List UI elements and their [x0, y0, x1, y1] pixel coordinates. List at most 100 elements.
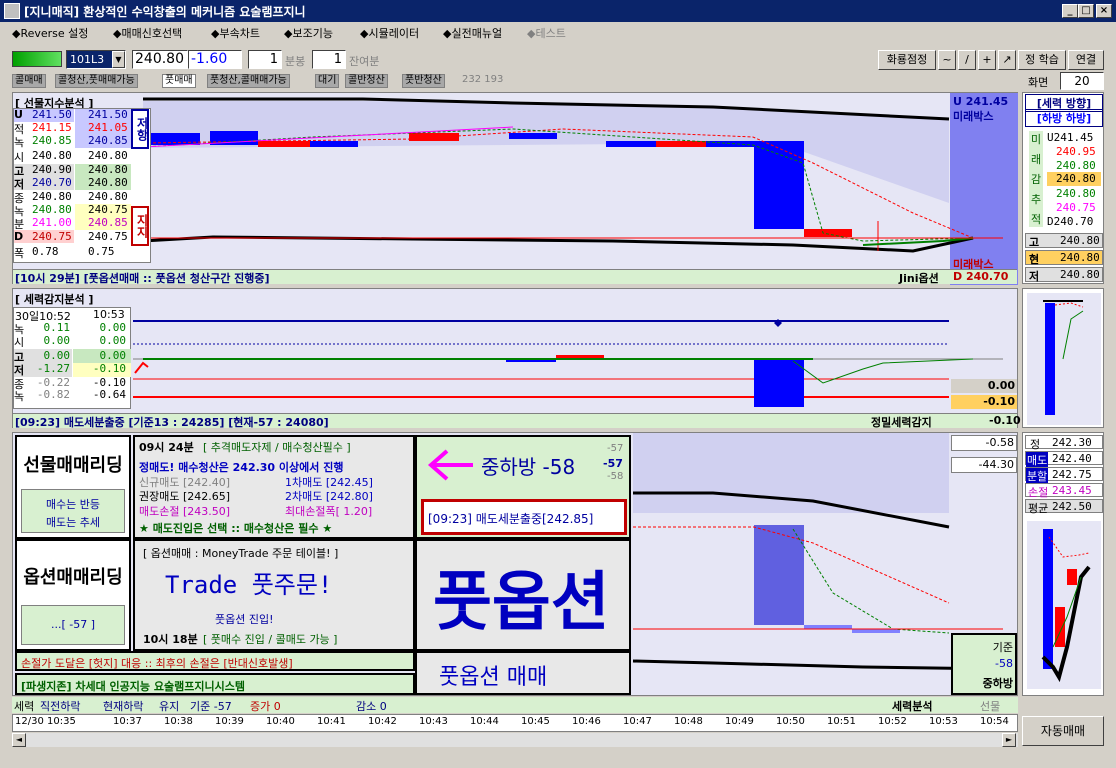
force-detect-panel: [ 세력감지분석 ] 30일10:52 10:53 0.00 -0.10 [09… [12, 288, 1021, 429]
futures-row-key: D [14, 230, 24, 243]
arrow-button[interactable]: ↗ [998, 50, 1016, 70]
rb-value: 242.30 [1052, 436, 1092, 449]
force-v1: 0.00 [951, 379, 1017, 393]
slash-button[interactable]: / [958, 50, 976, 70]
rate-button[interactable]: 화룡점정 [878, 50, 936, 70]
go-label: 고 [1029, 236, 1040, 249]
auto-trade-button[interactable]: 자동매매 [1022, 716, 1104, 746]
d-label: D 240.70 [953, 270, 1009, 283]
signal-max-stop: 최대손절폭[ 1.20] [285, 505, 373, 518]
base-value: -58 [995, 657, 1013, 670]
tab-put-half[interactable]: 풋반청산 [402, 74, 445, 88]
bs-i: 선물 [980, 700, 1001, 713]
tab-call-half[interactable]: 콜반청산 [345, 74, 388, 88]
signal-time: 09시 24분 [139, 441, 194, 454]
rb-label: 손절 [1028, 486, 1049, 499]
time-tick: 10:39 [215, 716, 244, 727]
futures-row-b: 240.85 [88, 216, 128, 229]
option-table-head: [ 옵션매매 : MoneyTrade 주문 테이블! ] [143, 547, 339, 560]
close-button[interactable]: × [1096, 4, 1112, 18]
tab-call-trade[interactable]: 콜매매 [12, 74, 46, 88]
base-label: 기준 [992, 641, 1013, 654]
scroll-right-icon[interactable]: ► [1002, 733, 1016, 747]
rb-mini-bar [1055, 607, 1065, 647]
window-title: [지니매직] 환상적인 수익창출의 메커니즘 요술램프지니 [24, 5, 306, 19]
scroll-left-icon[interactable]: ◄ [12, 733, 26, 747]
candle [258, 141, 310, 147]
rb-mini-chart [1027, 521, 1101, 689]
menu-subchart[interactable]: ◆부속차트 [211, 25, 260, 41]
vertical-label: 래 [1031, 153, 1042, 166]
futures-row-b: 240.80 [88, 163, 128, 176]
trade-put-order[interactable]: Trade 풋주문! [165, 565, 332, 600]
mirae-box-top: 미래박스 [953, 110, 994, 123]
candle [509, 133, 557, 139]
futures-row-b: 240.75 [88, 230, 128, 243]
minimize-button[interactable]: _ [1062, 4, 1078, 18]
futures-row-a: 0.78 [32, 245, 59, 258]
signal-main: 정매도! 매수청산은 242.30 이상에서 진행 [139, 461, 344, 474]
bottom-panel: 선물매매리딩 매수는 반등 매도는 추세 옵션매매리딩 ...[ -57 ] 0… [12, 432, 1018, 696]
connect-button[interactable]: 연결 [1068, 50, 1104, 70]
learn-button[interactable]: 정 학습 [1018, 50, 1066, 70]
rb-label: 분할 [1026, 468, 1049, 484]
force-detect-title: [ 세력감지분석 ] [15, 293, 94, 306]
menu-aux[interactable]: ◆보조기능 [284, 25, 333, 41]
time-tick: 10:52 [878, 716, 907, 727]
futures-row-a: 240.75 [32, 230, 72, 243]
unit2-input[interactable]: 1 [312, 50, 346, 69]
jini-label: Jini옵션 [899, 272, 939, 285]
menu-simulator[interactable]: ◆시뮬레이터 [360, 25, 419, 41]
base-dir: 중하방 [982, 677, 1013, 690]
option-leading-box: 옵션매매리딩 ...[ -57 ] [15, 539, 131, 651]
force-row-key: 시 [14, 336, 25, 349]
chevron-down-icon[interactable]: ▼ [112, 51, 125, 68]
bs-e: 기준 -57 [190, 700, 232, 713]
plus-button[interactable]: + [978, 50, 996, 70]
rb-avg-row: 평균 242.50 [1025, 499, 1103, 515]
menu-manual[interactable]: ◆실전매뉴얼 [443, 25, 502, 41]
time-tick: 10:43 [419, 716, 448, 727]
vertical-label: 감 [1031, 173, 1042, 186]
screen-input[interactable]: 20 [1060, 72, 1104, 90]
force-val: 240.80 [1056, 187, 1096, 200]
tab-put-trade[interactable]: 풋매매 [162, 74, 196, 88]
tab-wait[interactable]: 대기 [315, 74, 340, 88]
rb-value: 242.75 [1052, 468, 1092, 481]
futures-row-b: 240.85 [88, 134, 128, 147]
rb-mini-bar [1067, 569, 1077, 585]
rb-label: 정 [1030, 438, 1041, 451]
rb-split-row: 분할 242.75 [1025, 467, 1103, 484]
upper-band [143, 101, 949, 203]
menu-test[interactable]: ◆테스트 [527, 25, 566, 41]
app-icon[interactable] [4, 3, 20, 19]
force-chart [133, 319, 1003, 407]
force-v2: -0.10 [951, 395, 1017, 409]
time-tick: 10:38 [164, 716, 193, 727]
candle [656, 141, 706, 147]
time-tick: 10:44 [470, 716, 499, 727]
unit2-label: 잔여분 [349, 55, 380, 68]
force-status-bar: [09:23] 매도세분출중 [기준13 : 24285] [현재-57 : 2… [13, 413, 1021, 429]
option-leading-title: 옵션매매리딩 [23, 567, 123, 588]
unit1-input[interactable]: 1 [248, 50, 282, 69]
loss-text: 손절가 도달은 [헛지] 대응 :: 최후의 손절은 [반대신호발생] [21, 657, 293, 670]
loss-warning: 손절가 도달은 [헛지] 대응 :: 최후의 손절은 [반대신호발생] [15, 651, 415, 671]
candle [310, 141, 358, 147]
tab-put-close[interactable]: 풋청산,콜매매가능 [207, 74, 290, 88]
horizontal-scrollbar[interactable]: ◄ ► [12, 733, 1018, 747]
bottom-lower-line [632, 659, 1004, 671]
tab-call-close[interactable]: 콜청산,풋매매가능 [55, 74, 138, 88]
menu-signal[interactable]: ◆매매신호선택 [113, 25, 182, 41]
candle [606, 141, 656, 147]
price-display: 240.80 [132, 50, 188, 69]
mini-chart-top [1022, 288, 1104, 428]
bottom-upper-band [633, 433, 949, 513]
rb-label: 평균 [1028, 502, 1049, 515]
maximize-button[interactable]: □ [1078, 4, 1094, 18]
bs-c: 현재하락 [103, 700, 144, 713]
menu-reverse[interactable]: ◆Reverse 설정 [12, 25, 88, 41]
mini-bg [1027, 293, 1101, 425]
futures-row-a: 240.80 [32, 190, 72, 203]
tilde-button[interactable]: ~ [938, 50, 956, 70]
